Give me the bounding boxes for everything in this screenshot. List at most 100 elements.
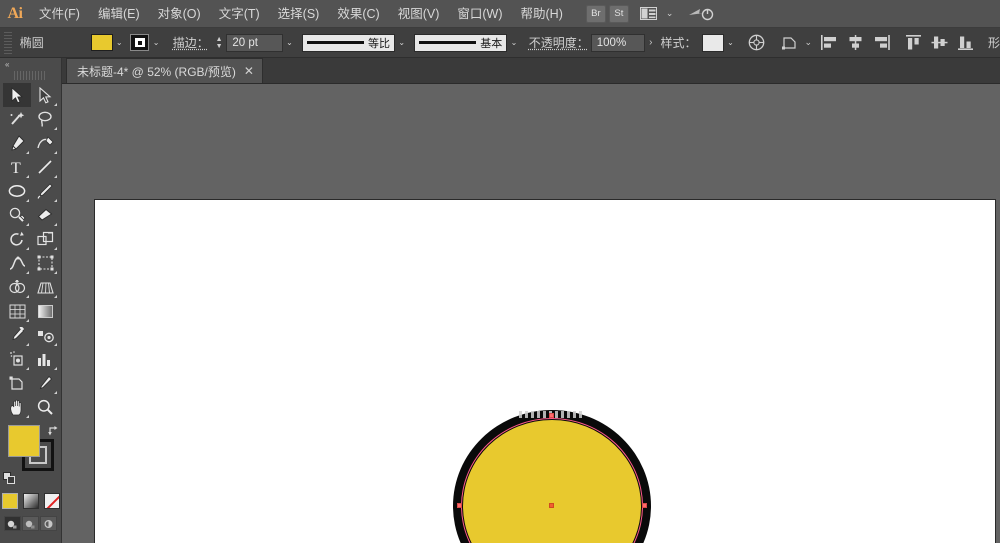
color-mode-none[interactable] [44, 493, 60, 509]
menu-edit[interactable]: 编辑(E) [89, 0, 149, 28]
color-mode-solid[interactable] [2, 493, 18, 509]
default-fill-stroke-icon[interactable] [3, 472, 16, 485]
width-profile-chevron-down-icon[interactable]: ⌄ [395, 34, 408, 51]
opacity-input[interactable]: 100% [591, 34, 645, 52]
menu-type[interactable]: 文字(T) [210, 0, 269, 28]
brush-preview [419, 41, 476, 44]
workspace-switcher-icon[interactable] [688, 6, 714, 22]
artboard[interactable] [95, 200, 995, 543]
menu-select[interactable]: 选择(S) [269, 0, 329, 28]
anchor-point-center[interactable] [549, 503, 554, 508]
align-right-icon[interactable] [870, 32, 894, 54]
canvas-area[interactable] [62, 84, 1000, 543]
chevron-down-icon[interactable]: ⌄ [666, 8, 674, 19]
menu-file[interactable]: 文件(F) [30, 0, 89, 28]
lasso-tool[interactable] [31, 107, 59, 131]
eraser-tool[interactable] [31, 203, 59, 227]
menu-object[interactable]: 对象(O) [149, 0, 210, 28]
ellipse-object[interactable] [453, 410, 651, 543]
tools-panel-collapse-button[interactable]: « [0, 58, 61, 71]
tool-flyout-indicator [26, 415, 29, 418]
menubar-app-buttons: Br St ⌄ [586, 5, 715, 23]
zoom-tool[interactable] [31, 395, 59, 419]
recolor-artwork-icon[interactable] [745, 32, 768, 54]
align-center-horizontal-icon[interactable] [844, 32, 868, 54]
symbol-sprayer-tool[interactable] [3, 347, 31, 371]
column-graph-tool[interactable] [31, 347, 59, 371]
blend-tool[interactable] [31, 323, 59, 347]
anchor-point-left[interactable] [457, 503, 462, 508]
brush-chevron-down-icon[interactable]: ⌄ [507, 34, 520, 51]
tools-panel-grip[interactable] [14, 71, 47, 80]
style-chevron-down-icon[interactable]: ⌄ [724, 34, 737, 51]
artboard-tool[interactable] [3, 371, 31, 395]
eyedropper-tool[interactable] [3, 323, 31, 347]
bridge-button[interactable]: Br [586, 5, 606, 23]
perspective-grid-tool[interactable] [31, 275, 59, 299]
tool-flyout-indicator [26, 223, 29, 226]
draw-inside-mode[interactable] [40, 516, 57, 531]
draw-normal-mode[interactable] [4, 516, 21, 531]
anchor-point-right[interactable] [642, 503, 647, 508]
shape-properties-label[interactable]: 形 [988, 34, 1000, 51]
free-transform-tool[interactable] [31, 251, 59, 275]
pen-tool[interactable] [3, 131, 31, 155]
line-segment-tool[interactable] [31, 155, 59, 179]
transform-chevron-down-icon[interactable]: ⌄ [804, 37, 812, 48]
rotate-tool[interactable] [3, 227, 31, 251]
menu-window[interactable]: 窗口(W) [448, 0, 511, 28]
menu-effect[interactable]: 效果(C) [328, 0, 388, 28]
tool-flyout-indicator [54, 151, 57, 154]
selection-tool[interactable] [3, 83, 31, 107]
opacity-options-arrow-icon[interactable]: › [649, 37, 652, 48]
align-buttons-group [816, 32, 978, 54]
shaper-tool[interactable] [3, 203, 31, 227]
stroke-weight-stepper[interactable]: ▲▼ [214, 34, 225, 51]
color-mode-gradient[interactable] [23, 493, 39, 509]
fill-color-box[interactable] [8, 425, 40, 457]
transform-icon[interactable] [778, 32, 801, 54]
selected-ellipse-shape[interactable] [447, 404, 657, 543]
draw-behind-mode[interactable] [22, 516, 39, 531]
document-tab[interactable]: 未标题-4* @ 52% (RGB/预览) ✕ [66, 58, 263, 83]
paintbrush-tool[interactable] [31, 179, 59, 203]
align-left-icon[interactable] [818, 32, 842, 54]
hand-tool[interactable] [3, 395, 31, 419]
type-tool[interactable]: T [3, 155, 31, 179]
control-bar-grip[interactable] [4, 32, 12, 54]
tool-flyout-indicator [26, 343, 29, 346]
menu-help[interactable]: 帮助(H) [512, 0, 572, 28]
align-bottom-icon[interactable] [954, 32, 978, 54]
stroke-weight-input[interactable]: 20 pt [226, 34, 282, 52]
shape-builder-tool[interactable] [3, 275, 31, 299]
stroke-color-swatch[interactable] [130, 34, 149, 51]
direct-selection-tool[interactable] [31, 83, 59, 107]
stroke-weight-chevron-down-icon[interactable]: ⌄ [283, 34, 296, 51]
stock-button[interactable]: St [609, 5, 629, 23]
tool-flyout-indicator [54, 271, 57, 274]
align-center-vertical-icon[interactable] [928, 32, 952, 54]
stroke-swatch-chevron-down-icon[interactable]: ⌄ [149, 34, 162, 51]
brush-definition-select[interactable]: 基本 [414, 34, 507, 52]
fill-swatch-chevron-down-icon[interactable]: ⌄ [113, 34, 126, 51]
graphic-style-swatch[interactable] [702, 34, 723, 52]
double-chevron-left-icon: « [5, 60, 8, 69]
align-top-icon[interactable] [902, 32, 926, 54]
gradient-tool[interactable] [31, 299, 59, 323]
scale-tool[interactable] [31, 227, 59, 251]
width-tool[interactable] [3, 251, 31, 275]
tools-panel: « [0, 58, 62, 543]
curvature-tool[interactable] [31, 131, 59, 155]
anchor-point-top[interactable] [549, 413, 554, 418]
variable-width-profile-select[interactable]: 等比 [302, 34, 395, 52]
mesh-tool[interactable] [3, 299, 31, 323]
slice-tool[interactable] [31, 371, 59, 395]
control-options-bar: 椭圆 ⌄ ⌄ 描边： ▲▼ 20 pt ⌄ 等比 ⌄ 基本 ⌄ 不透明度： 10… [0, 28, 1000, 58]
fill-color-swatch[interactable] [91, 34, 112, 51]
menu-view[interactable]: 视图(V) [389, 0, 449, 28]
close-icon[interactable]: ✕ [244, 65, 254, 77]
ellipse-tool[interactable] [3, 179, 31, 203]
document-tab-title: 未标题-4* @ 52% (RGB/预览) [77, 63, 236, 80]
arrange-documents-icon[interactable] [638, 5, 660, 23]
magic-wand-tool[interactable] [3, 107, 31, 131]
